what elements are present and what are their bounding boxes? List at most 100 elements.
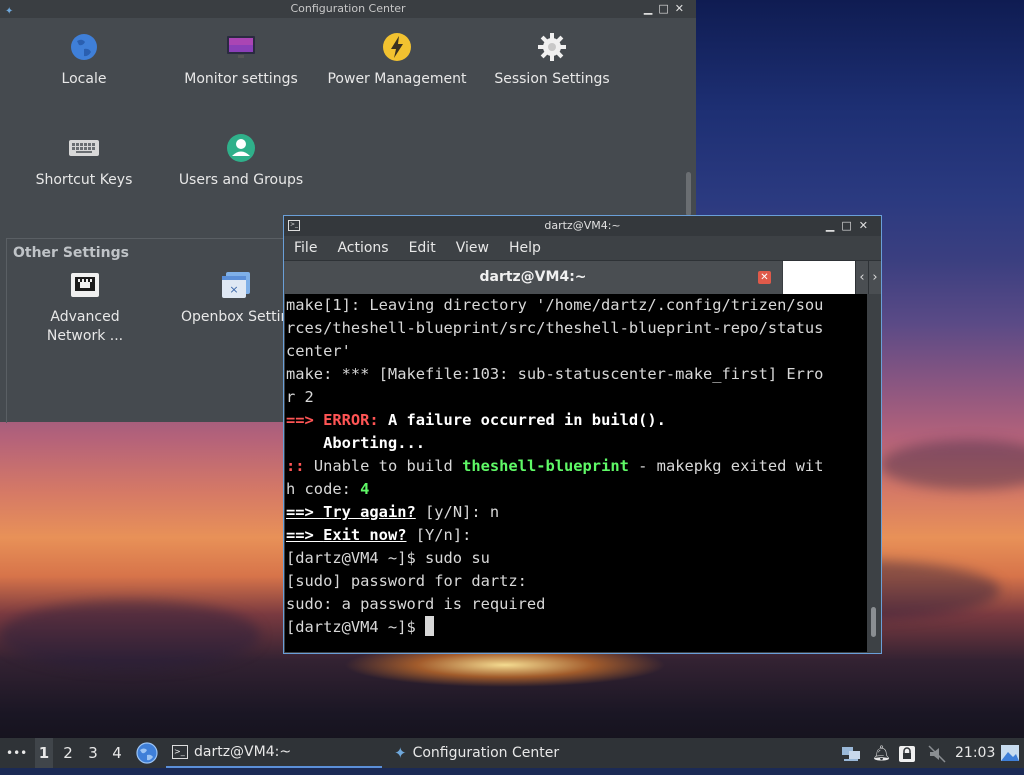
network-status-icon[interactable]: [840, 744, 862, 762]
minimize-icon[interactable]: ▁: [826, 219, 841, 232]
svg-text:×: ×: [229, 283, 238, 296]
menu-help[interactable]: Help: [499, 240, 551, 256]
terminal-line-try-again: ==> Try again? [y/N]: n: [285, 501, 867, 524]
exit-code-value: 4: [360, 480, 370, 498]
exit-code-text: h code:: [286, 480, 361, 498]
config-window-title: Configuration Center: [290, 2, 406, 15]
terminal-scrollbar[interactable]: [867, 294, 881, 652]
taskbar: ••• 1 2 3 4 >_ dartz@VM4:~ ✦ Configurati…: [0, 738, 1024, 768]
close-icon[interactable]: ✕: [859, 219, 875, 232]
config-item-label: Users and Groups: [178, 172, 304, 188]
openbox-icon: ×: [222, 272, 250, 298]
config-item-label: Session Settings: [494, 71, 610, 87]
maximize-icon[interactable]: □: [658, 2, 674, 15]
try-options: [y/N]: n: [415, 503, 500, 521]
terminal-line-exit-code: h code: 4: [285, 478, 867, 501]
config-titlebar[interactable]: ✦ Configuration Center ▁□✕: [0, 0, 696, 18]
globe-icon: [71, 34, 97, 60]
terminal-line-unable: :: Unable to build theshell-blueprint - …: [285, 455, 867, 478]
main-menu-button[interactable]: •••: [6, 738, 27, 768]
terminal-tab[interactable]: dartz@VM4:~: [284, 261, 782, 294]
workspace-3[interactable]: 3: [84, 738, 102, 768]
clock[interactable]: 21:03: [955, 738, 995, 768]
terminal-line-error: ==> ERROR: A failure occurred in build()…: [285, 409, 867, 432]
network-icon: [71, 273, 99, 297]
terminal-window: >_ dartz@VM4:~ ▁□✕ File Actions Edit Vie…: [283, 215, 882, 654]
terminal-line: [dartz@VM4 ~]$ sudo su: [286, 549, 490, 567]
globe-icon: [136, 742, 158, 764]
menu-file[interactable]: File: [284, 240, 327, 256]
config-scrollbar[interactable]: [686, 172, 691, 216]
notification-bell-icon[interactable]: 🔔︎: [872, 738, 891, 768]
config-item-label: Monitor settings: [184, 71, 298, 87]
config-item-session-settings[interactable]: Session Settings: [477, 32, 627, 89]
config-item-label: Advanced Network ...: [46, 309, 124, 344]
config-item-label: Openbox Settin: [181, 309, 283, 325]
terminal-prompt-line: [dartz@VM4 ~]$: [285, 616, 867, 639]
unable-prefix: ::: [286, 457, 314, 475]
terminal-line-aborting: Aborting...: [286, 434, 425, 452]
maximize-icon[interactable]: □: [841, 219, 858, 232]
terminal-output[interactable]: make[1]: Leaving directory '/home/dartz/…: [285, 294, 867, 652]
other-settings-title: Other Settings: [13, 245, 129, 261]
task-label: dartz@VM4:~: [194, 744, 292, 760]
config-item-openbox-settings[interactable]: × Openbox Settin: [166, 270, 283, 327]
show-desktop-icon[interactable]: [1000, 743, 1020, 763]
tab-scroll-left-icon[interactable]: ‹: [855, 261, 868, 294]
terminal-app-icon: >_: [288, 220, 300, 231]
error-label: ERROR:: [323, 411, 379, 429]
close-icon[interactable]: ✕: [675, 2, 690, 15]
monitor-icon: [227, 36, 255, 58]
tab-scroll-right-icon[interactable]: ›: [868, 261, 881, 294]
minimize-icon[interactable]: ▁: [644, 2, 658, 15]
task-terminal[interactable]: >_ dartz@VM4:~: [166, 738, 382, 768]
unable-text: Unable to build: [313, 457, 463, 475]
terminal-line: rces/theshell-blueprint/src/theshell-blu…: [286, 319, 824, 337]
exit-arrow: ==>: [286, 526, 324, 544]
volume-muted-icon[interactable]: [928, 744, 946, 763]
task-configuration-center[interactable]: ✦ Configuration Center: [388, 738, 600, 768]
terminal-titlebar[interactable]: >_ dartz@VM4:~ ▁□✕: [284, 216, 881, 236]
menu-actions[interactable]: Actions: [327, 240, 398, 256]
config-item-power-management[interactable]: Power Management: [322, 32, 472, 89]
window-controls: ▁□✕: [644, 0, 690, 18]
terminal-line: center': [286, 342, 351, 360]
terminal-line: make[1]: Leaving directory '/home/dartz/…: [286, 296, 824, 314]
config-item-label: Locale: [61, 71, 107, 87]
try-arrow: ==>: [286, 503, 324, 521]
terminal-line-exit-now: ==> Exit now? [Y/n]:: [285, 524, 867, 547]
keyboard-icon: [69, 140, 99, 156]
config-item-users-and-groups[interactable]: Users and Groups: [166, 133, 316, 190]
package-name: theshell-blueprint: [462, 457, 629, 475]
exit-question: Exit now?: [323, 526, 407, 544]
new-tab-area[interactable]: [783, 261, 855, 294]
shell-prompt: [dartz@VM4 ~]$: [286, 618, 425, 636]
menu-view[interactable]: View: [446, 240, 499, 256]
config-icon: ✦: [394, 744, 407, 762]
terminal-tabbar: dartz@VM4:~ ✕ ‹ ›: [284, 260, 881, 295]
config-item-locale[interactable]: Locale: [9, 32, 159, 89]
power-icon: [383, 33, 411, 61]
scrollbar-thumb[interactable]: [871, 607, 876, 637]
menu-edit[interactable]: Edit: [399, 240, 446, 256]
workspace-2[interactable]: 2: [59, 738, 77, 768]
tab-close-icon[interactable]: ✕: [758, 271, 771, 284]
gear-icon: [538, 33, 566, 61]
unable-rest: - makepkg exited wit: [628, 457, 824, 475]
terminal-icon: >_: [172, 745, 188, 759]
terminal-menubar: File Actions Edit View Help: [284, 236, 881, 260]
workspace-4[interactable]: 4: [108, 738, 126, 768]
terminal-line: [sudo] password for dartz:: [286, 572, 527, 590]
lock-icon[interactable]: [898, 744, 916, 762]
browser-launcher[interactable]: [136, 742, 158, 764]
workspace-1[interactable]: 1: [35, 738, 53, 768]
config-app-icon: ✦: [5, 6, 14, 17]
config-item-monitor-settings[interactable]: Monitor settings: [166, 32, 316, 89]
config-item-label: Power Management: [327, 71, 467, 87]
exit-options: [Y/n]:: [406, 526, 472, 544]
terminal-tab-title: dartz@VM4:~: [479, 269, 587, 285]
config-item-shortcut-keys[interactable]: Shortcut Keys: [9, 133, 159, 190]
text-cursor: [425, 616, 434, 636]
terminal-line: r 2: [286, 388, 314, 406]
config-item-advanced-network[interactable]: Advanced Network ...: [10, 270, 160, 346]
